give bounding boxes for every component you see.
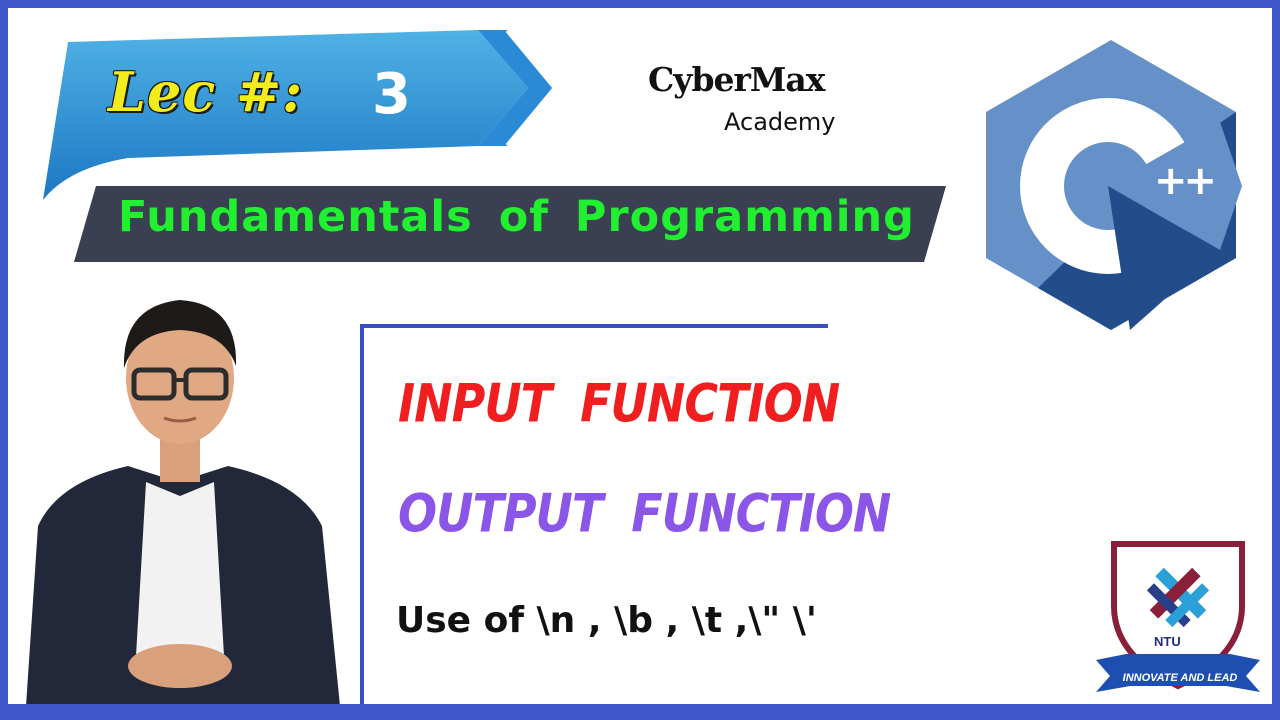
course-title: Fundamentals of Programming bbox=[118, 192, 915, 242]
topic-escape-sequences: Use of \n , \b , \t ,\" \' bbox=[396, 600, 817, 641]
panel-border-top bbox=[360, 324, 828, 328]
topic-input-function: INPUT FUNCTION bbox=[398, 372, 840, 435]
presenter-photo bbox=[18, 286, 348, 704]
topic-output-function: OUTPUT FUNCTION bbox=[398, 482, 891, 545]
thumbnail-frame: Lec #: 3 Fundamentals of Programming Cyb… bbox=[8, 8, 1272, 704]
lecture-number: 3 bbox=[372, 62, 411, 127]
lecture-prefix: Lec #: bbox=[108, 60, 304, 124]
panel-border-left bbox=[360, 324, 364, 704]
ntu-motto: INNOVATE AND LEAD bbox=[1122, 672, 1238, 684]
academy-name: CyberMax bbox=[648, 60, 825, 99]
cpp-plus-label: ++ bbox=[1154, 158, 1217, 204]
academy-subtitle: Academy bbox=[724, 108, 836, 136]
ntu-name: NTU bbox=[1154, 634, 1181, 649]
